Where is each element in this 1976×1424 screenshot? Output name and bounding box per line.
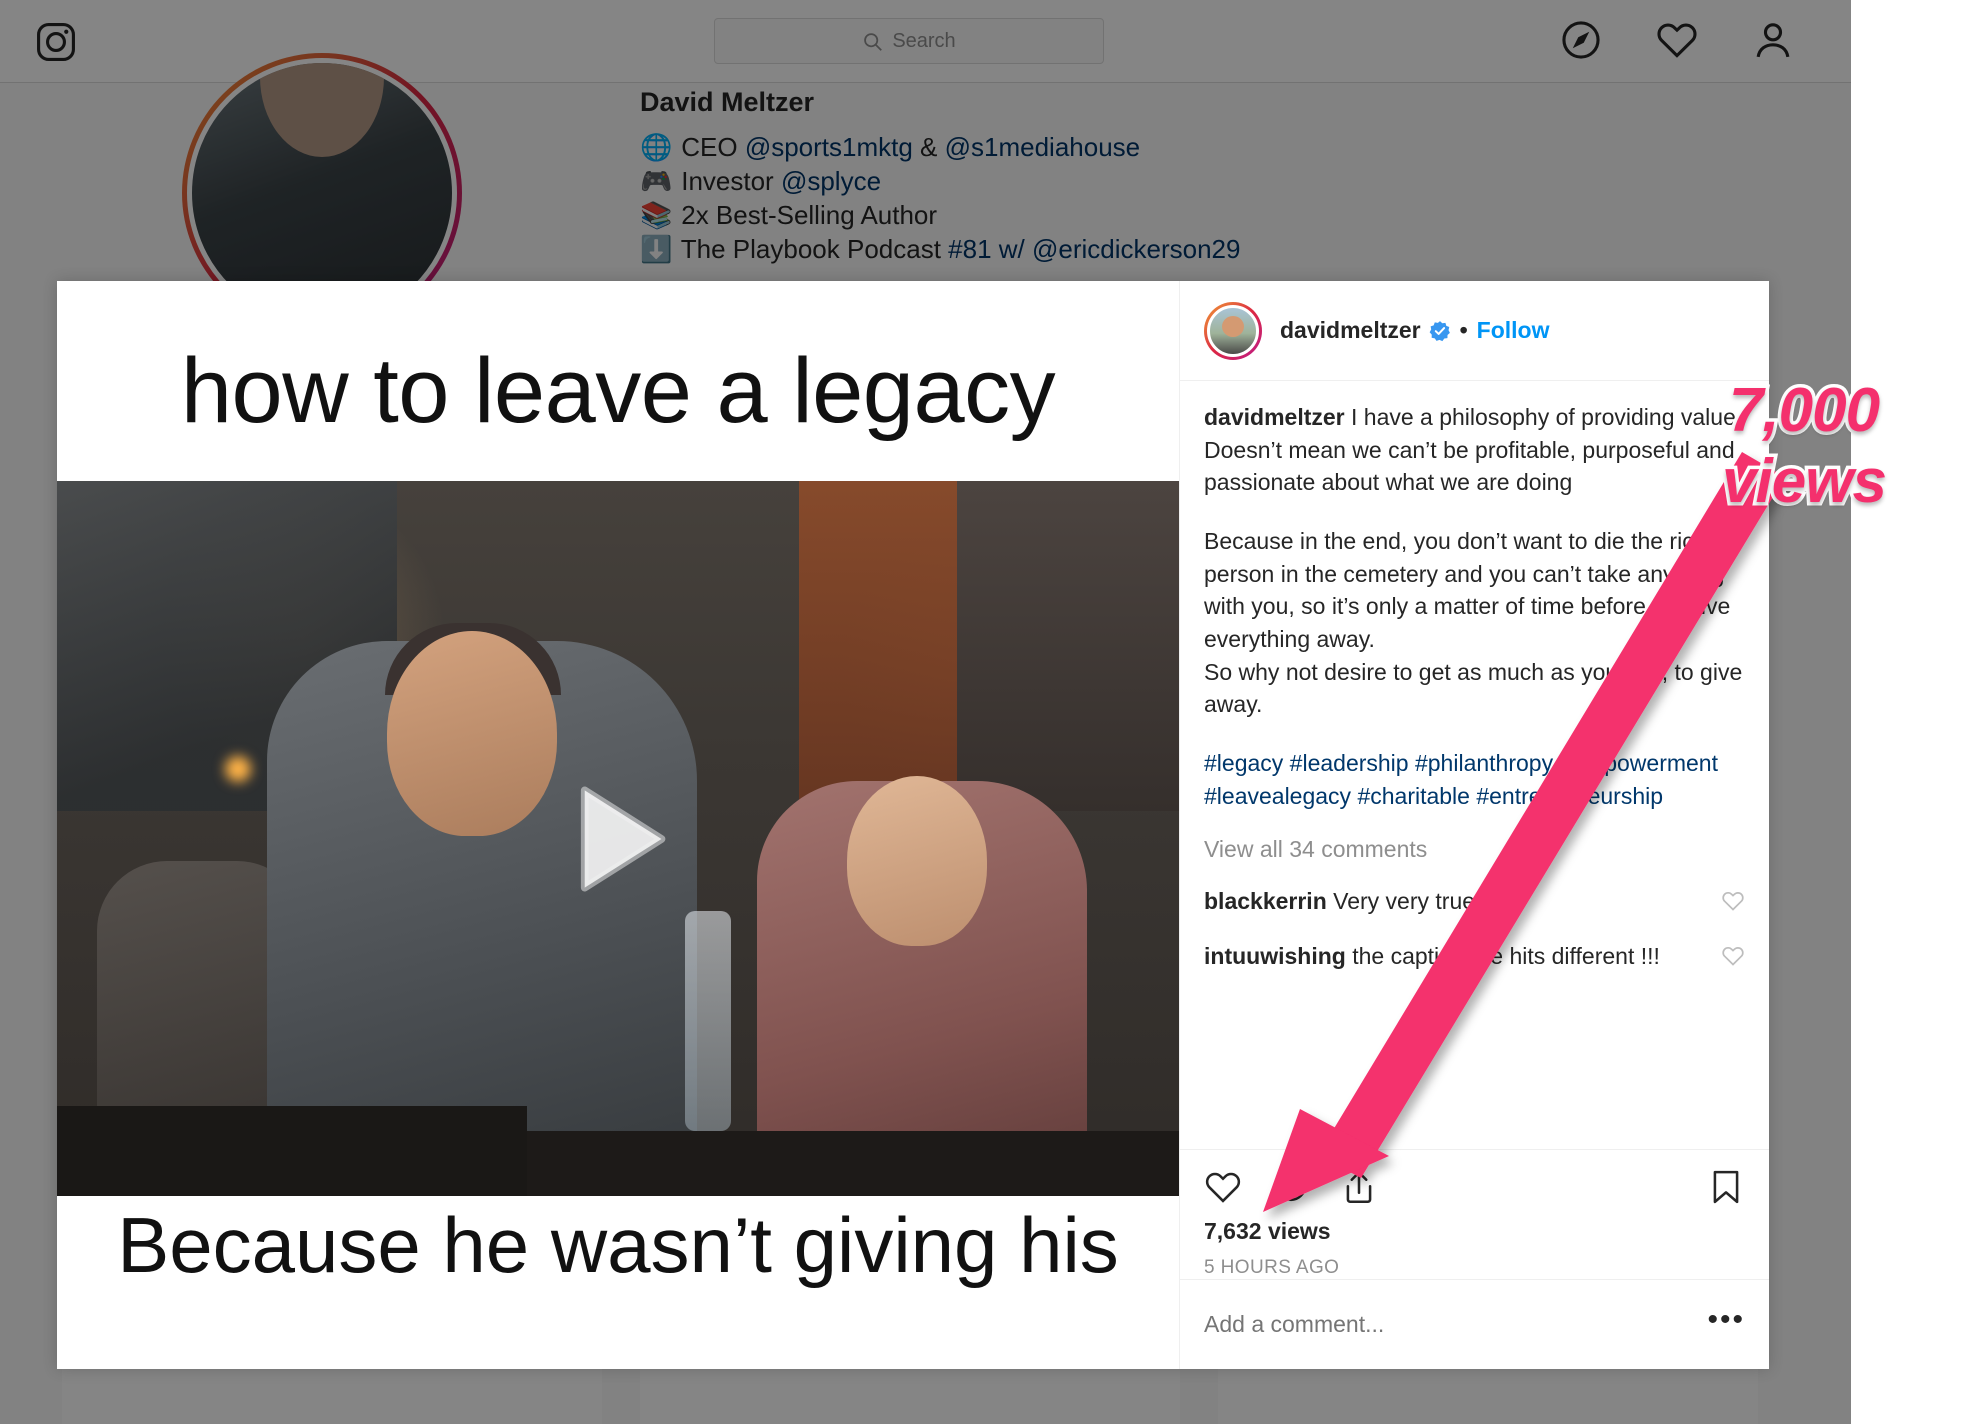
play-triangle-icon[interactable] [554,775,682,903]
annotation-label: 7,000 views [1654,372,1954,520]
media-title-overlay: how to leave a legacy [180,340,1056,442]
add-comment-row: ••• [1180,1279,1769,1369]
comment-author[interactable]: intuuwishing [1204,943,1346,969]
post-author-avatar[interactable] [1204,301,1262,360]
speech-bubble-icon[interactable] [1272,1168,1310,1206]
action-icon-row [1204,1168,1745,1206]
more-options-button[interactable]: ••• [1707,1304,1745,1345]
comment-body: Very very true [1326,888,1476,915]
heart-outline-icon[interactable] [1721,889,1745,913]
post-video-thumbnail[interactable] [57,481,1179,1196]
post-actions-bar: 7,632 views 5 HOURS AGO [1180,1149,1769,1279]
list-item: blackkerrin Very very true [1204,885,1745,918]
caption-paragraph-2: Because in the end, you don’t want to di… [1204,527,1743,718]
post-modal-dialog: how to leave a legacy Because he wasn’t … [57,281,1769,1369]
post-author-header: davidmeltzer • Follow [1180,281,1769,381]
annotation-line-2: views [1719,444,1891,520]
annotation-line-1: 7,000 [1725,372,1883,448]
view-all-comments-link[interactable]: View all 34 comments [1204,836,1745,863]
share-arrow-icon[interactable] [1340,1168,1378,1206]
follow-button[interactable]: Follow [1477,317,1550,344]
page-right-gutter [1851,0,1976,1424]
comment-author[interactable]: blackkerrin [1204,888,1327,914]
list-item: intuuwishing the caption me hits differe… [1204,940,1745,973]
caption-hashtags[interactable]: #legacy #leadership #philanthropy #empow… [1204,747,1745,812]
post-author-username[interactable]: davidmeltzer [1280,317,1421,344]
caption-author[interactable]: davidmeltzer [1204,404,1345,430]
views-count: 7,632 views [1204,1218,1331,1244]
instagram-page: Search David Meltzer 🌐 CEO @sports1mktg … [0,0,1976,1424]
add-comment-input[interactable] [1204,1311,1708,1338]
verified-badge-icon [1429,320,1450,341]
header-separator: • [1459,317,1468,343]
post-media-pane[interactable]: how to leave a legacy Because he wasn’t … [57,281,1179,1369]
comment-body: the caption me hits different !!! [1345,942,1660,969]
bookmark-outline-icon[interactable] [1707,1168,1745,1206]
heart-outline-icon[interactable] [1204,1168,1242,1206]
media-caption-overlay: Because he wasn’t giving his [117,1201,1119,1289]
heart-outline-icon[interactable] [1721,944,1745,968]
post-timestamp: 5 HOURS AGO [1204,1257,1340,1278]
